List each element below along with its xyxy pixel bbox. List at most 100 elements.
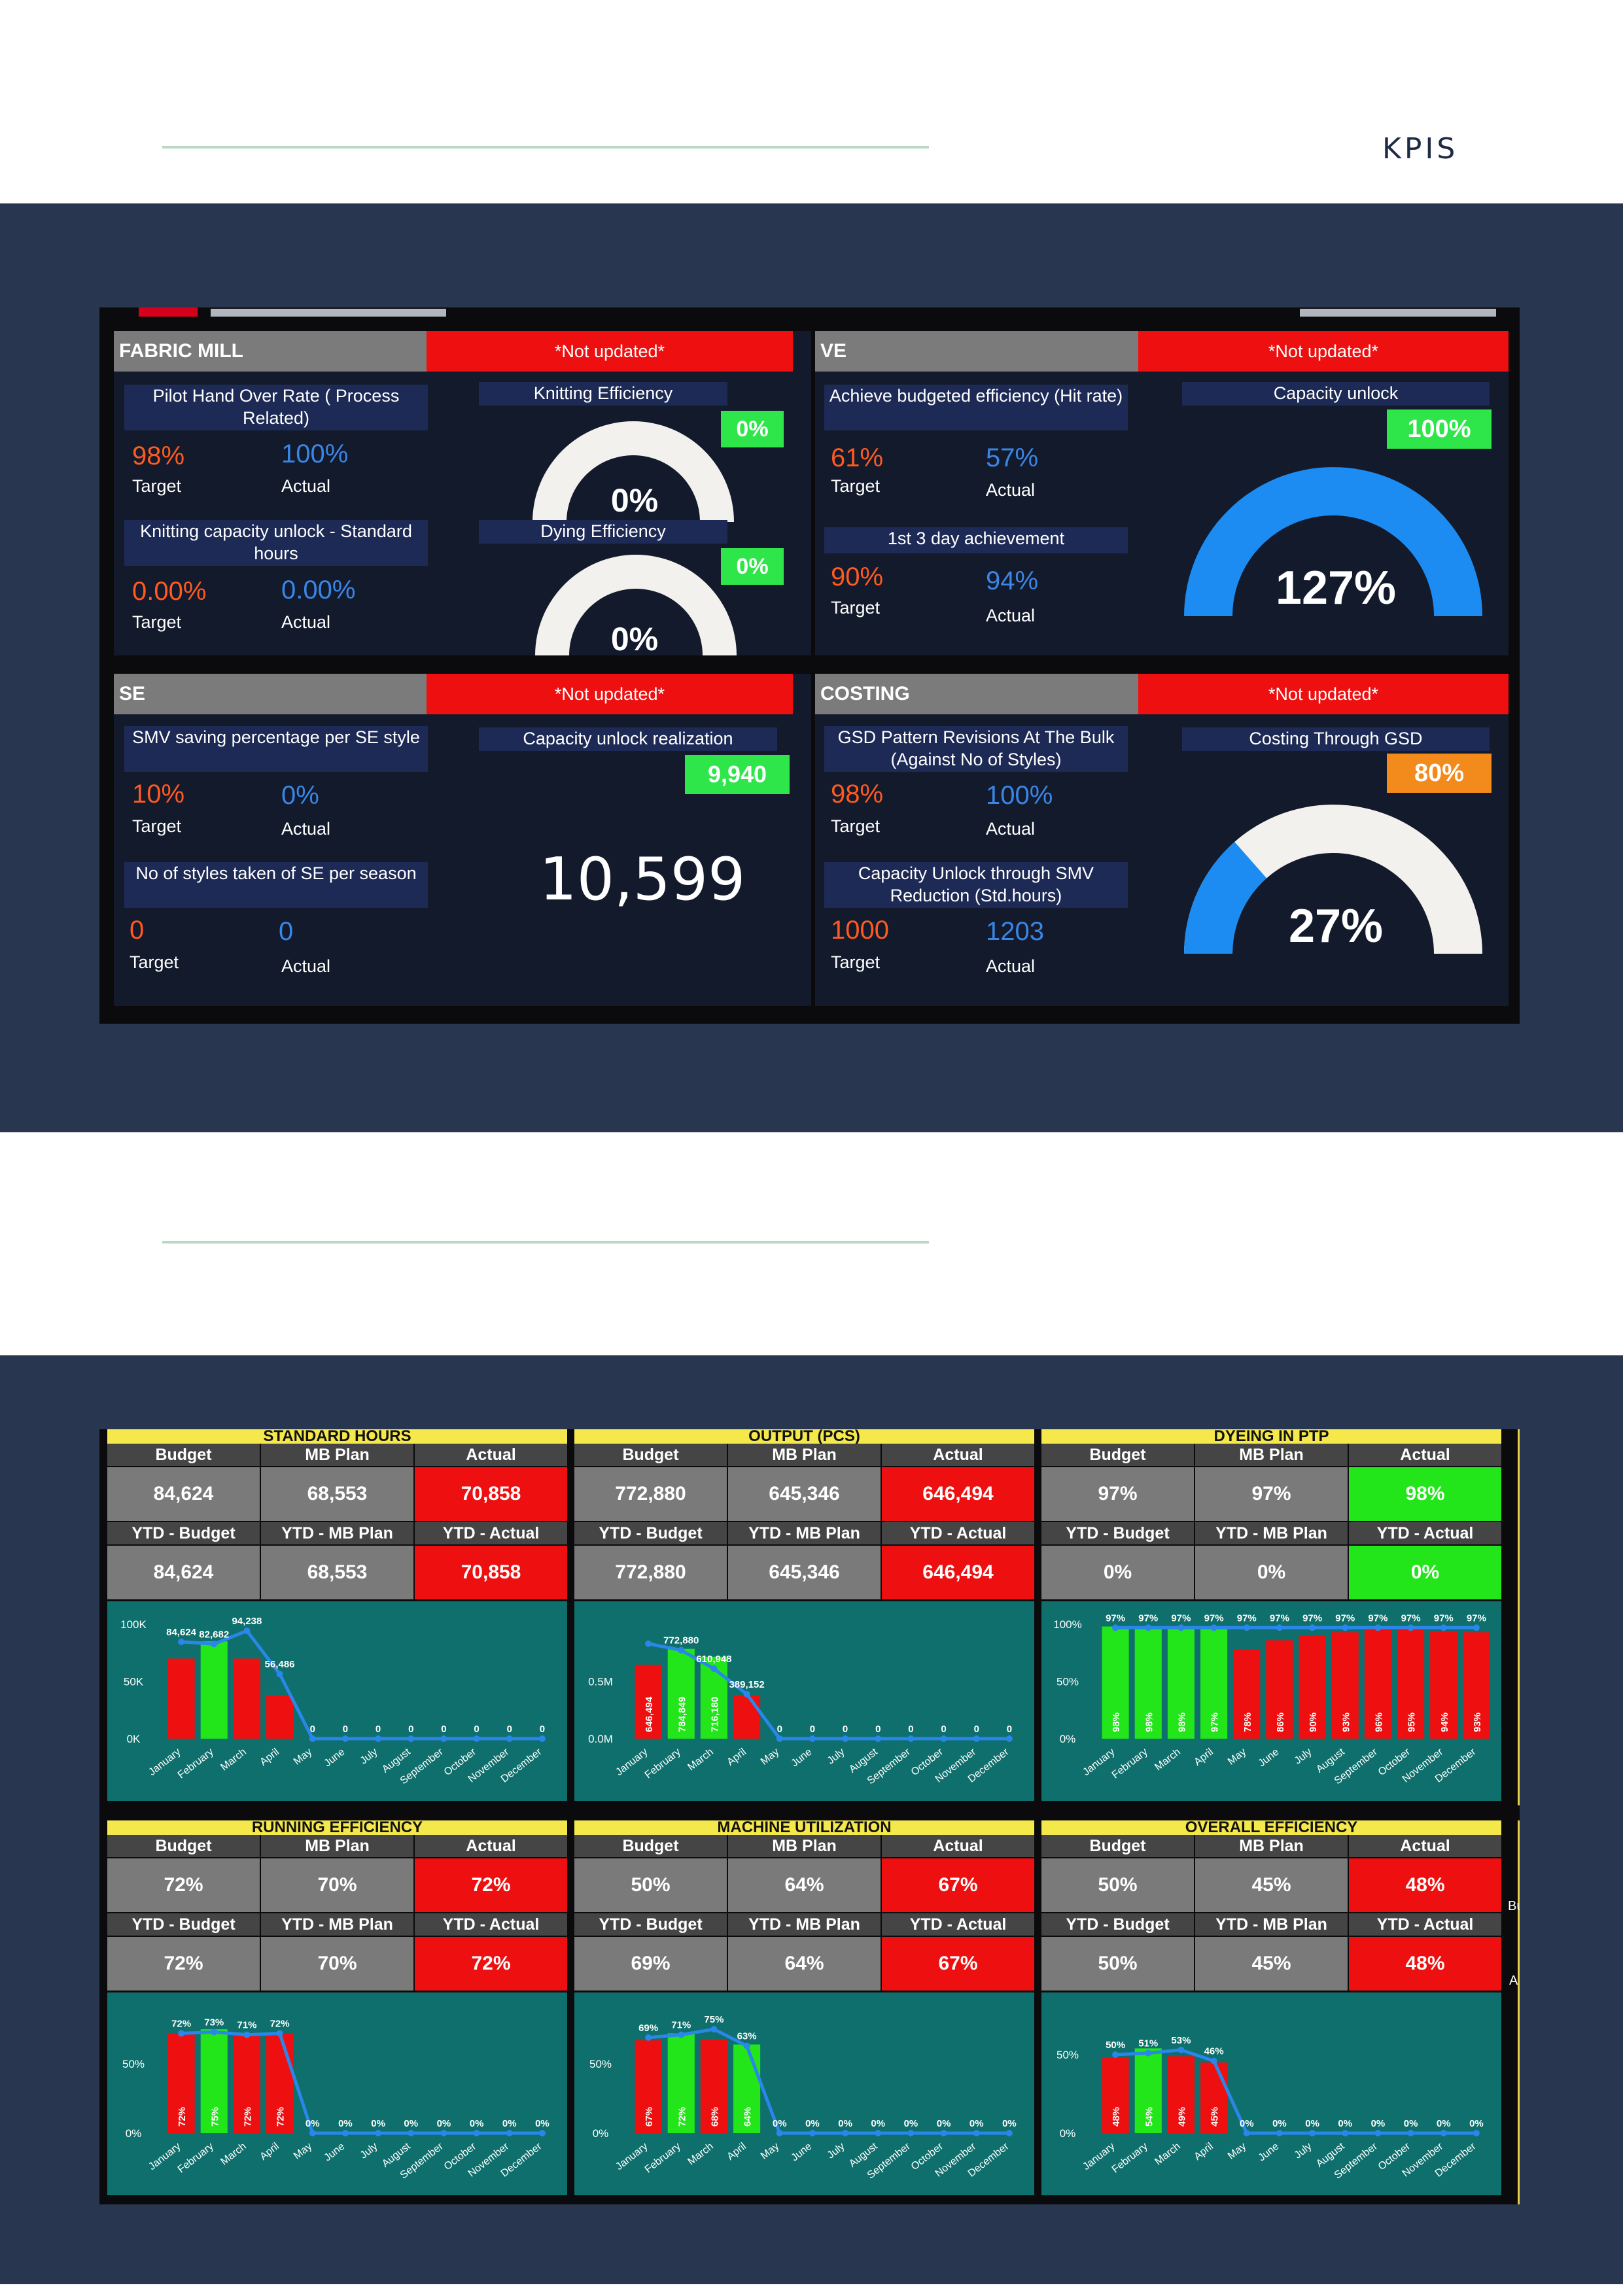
data-label: 0 [310,1724,315,1735]
bar-inner-label: 784,849 [676,1697,688,1732]
bar [233,1658,260,1739]
data-label: 73% [204,2017,224,2028]
data-label: 94,238 [232,1616,262,1627]
data-label: 97% [1138,1612,1158,1624]
value-mb-plan: 64% [728,1858,881,1912]
chart-area: 0% 50% 72% 75% 72% 72% 72% 73% 71% 72% 0% 0% 0% 0% 0% 0… [107,1992,567,2195]
data-label: 0 [1007,1724,1012,1735]
page-title: KPIS [1382,132,1459,165]
x-tick-label: March [686,2141,715,2168]
bar-inner-label: 72% [275,2107,287,2127]
bar-inner-label: 96% [1373,1713,1384,1732]
actual-label: Actual [281,956,331,976]
dying-efficiency-title: Dying Efficiency [479,520,727,544]
fabric-kpi2-actual: 0.00% [281,576,356,604]
col-header-mb-plan: MB Plan [1195,1835,1348,1857]
series-point [506,2130,513,2136]
bar-inner-label: 86% [1275,1713,1286,1732]
value-actual: 48% [1349,1858,1501,1912]
series-point [408,2130,415,2136]
x-tick-label: May [292,2141,314,2162]
bar-inner-label: 94% [1439,1713,1450,1732]
series-point [842,1735,849,1742]
panel-title: DYEING IN PTP [1041,1429,1501,1444]
value-ytd-mb-plan: 70% [261,1937,413,1991]
bar-inner-label: 75% [209,2107,220,2127]
series-point [907,1735,915,1742]
data-label: 0% [437,2118,451,2129]
series-point [309,2130,316,2136]
data-label: 97% [1171,1612,1191,1624]
panel-title: STANDARD HOURS [107,1429,567,1444]
x-tick-label: May [759,2141,781,2162]
data-label: 72% [270,2019,290,2030]
data-label: 0% [1002,2118,1017,2129]
x-tick-label: April [725,2141,748,2163]
y-tick-label: 0.0M [588,1733,613,1745]
series-point [1243,1624,1250,1631]
series-point [1309,1624,1316,1631]
x-tick-label: April [1192,1747,1215,1768]
data-label: 0 [908,1724,913,1735]
col-header-actual: Actual [415,1835,567,1857]
y-tick-label: 0% [126,2127,142,2140]
data-label: 97% [1237,1612,1257,1624]
x-tick-label: February [643,1747,683,1781]
data-label: 0 [375,1724,381,1735]
value-ytd-budget: 0% [1041,1546,1194,1599]
data-label: 0% [871,2118,885,2129]
bar [200,1641,228,1739]
series-point [809,2130,816,2136]
cropped-header-text [211,309,446,317]
data-label: 71% [237,2020,256,2031]
series-point [973,1735,980,1742]
col-header-actual: Actual [882,1444,1034,1466]
series-point [1342,1624,1349,1631]
value-mb-plan: 68,553 [261,1467,413,1521]
bar-inner-label: 78% [1242,1713,1253,1732]
x-tick-label: June [790,1747,814,1769]
series-point [1145,1624,1152,1631]
chart-area: 0K 50K 100K 84,624 82,682 94,238 56,486 0 0 0 0 0 0 0… [107,1601,567,1801]
ve-status: *Not updated* [1138,331,1509,372]
data-label: 0% [773,2118,787,2129]
x-tick-label: April [258,2141,281,2163]
value-ytd-actual: 0% [1349,1546,1501,1599]
value-mb-plan: 97% [1195,1467,1348,1521]
series-point [473,1735,480,1742]
series-point [440,2130,447,2136]
value-actual: 70,858 [415,1467,567,1521]
data-label: 97% [1467,1612,1486,1624]
col-header-ytd-actual: YTD - Actual [415,1913,567,1936]
col-header-ytd-actual: YTD - Actual [882,1522,1034,1544]
x-tick-label: May [1226,2141,1248,2162]
y-tick-label: 0% [593,2127,609,2140]
series-point [440,1735,447,1742]
bar-inner-label: 49% [1176,2107,1187,2127]
series-point [940,1735,947,1742]
series-point [973,2130,980,2136]
data-label: 0% [1469,2118,1484,2129]
series-point [1374,2130,1382,2136]
y-tick-label: 50K [124,1676,144,1688]
col-header-ytd-actual: YTD - Actual [882,1913,1034,1936]
series-point [1309,2130,1316,2136]
col-header-ytd-mb-plan: YTD - MB Plan [728,1522,881,1544]
value-budget: 84,624 [107,1467,260,1521]
data-label: 0% [1272,2118,1287,2129]
bar-inner-label: 716,180 [709,1697,720,1732]
series-point [408,1735,415,1742]
data-label: 0 [941,1724,946,1735]
x-tick-label: May [759,1747,781,1767]
series-point [842,2130,849,2136]
y-tick-label: 50% [589,2058,612,2070]
kpi-dashboard: FABRIC MILL *Not updated* Pilot Hand Ove… [99,307,1520,1024]
col-header-ytd-actual: YTD - Actual [1349,1913,1501,1936]
x-tick-label: March [1153,1747,1182,1773]
bar-inner-label: 72% [242,2107,253,2127]
series-point [940,2130,947,2136]
series-point [809,1735,816,1742]
bar-inner-label: 72% [177,2107,188,2127]
series-point [375,1735,382,1742]
data-label: 0% [338,2118,353,2129]
